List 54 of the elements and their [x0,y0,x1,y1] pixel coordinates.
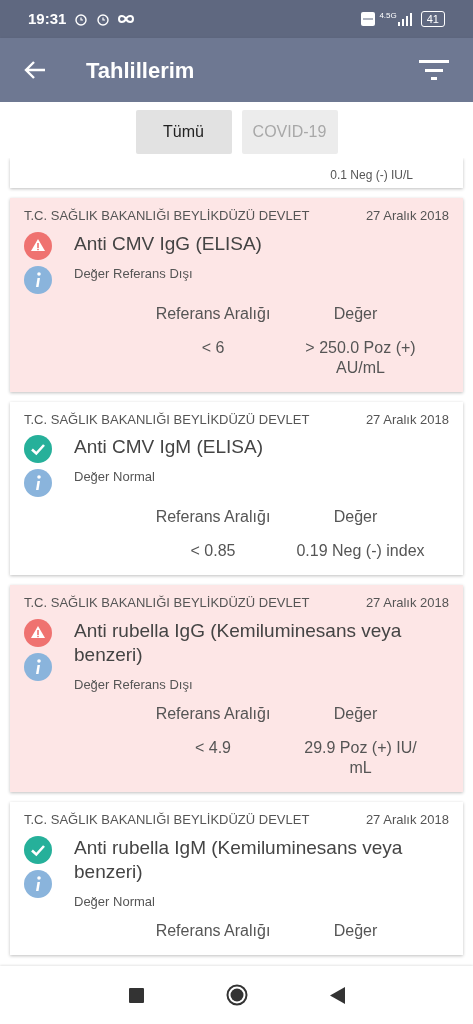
filter-tab[interactable]: Tümü [135,110,232,154]
hospital-name: T.C. SAĞLIK BAKANLIĞI BEYLİKDÜZÜ DEVLET [24,410,310,429]
test-name: Anti rubella IgG (Kemiluminesans veya benzeri) [74,618,403,667]
reference-range: < 4.9 [194,738,232,758]
result-value: 0.19 Neg (-) index [295,541,426,561]
reference-range: < 6 [200,337,226,358]
back-arrow-icon[interactable] [24,60,46,80]
screen-title: Tahlillerim [86,56,195,85]
column-header: Değer [332,921,379,941]
result-status: Değer Referans Dışı [74,264,194,283]
hospital-name: T.C. SAĞLIK BAKANLIĞI BEYLİKDÜZÜ DEVLET [24,207,310,225]
result-value: > 250.0 Poz (+) AU/mL [304,337,417,378]
result-card[interactable]: T.C. SAĞLIK BAKANLIĞI BEYLİKDÜZÜ DEVLET 27 Aralık 2018 Anti CMV IgM (ELISA) Değer Normal Referans Aralığı Değer < 0.85 0.19 Neg (-) index [10,401,463,575]
hospital-name: T.C. SAĞLIK BAKANLIĞI BEYLİKDÜZÜ DEVLET [24,811,310,829]
result-date: 27 Aralık 2018 [365,410,449,429]
recents-icon[interactable] [128,987,144,1003]
column-header: Referans Aralığı [154,507,272,527]
signal-icon [396,12,413,26]
column-header: Değer [332,507,379,527]
warning-icon [24,231,52,260]
battery-level: 41 [420,11,445,27]
column-header: Referans Aralığı [154,704,272,724]
result-status: Değer Normal [74,892,156,911]
result-date: 27 Aralık 2018 [365,207,449,225]
test-name: Anti CMV IgM (ELISA) [74,435,264,459]
filter-icon[interactable] [419,59,449,81]
warning-icon [24,618,52,647]
check-icon [24,435,52,463]
alarm-icon [96,12,111,26]
hospital-name: T.C. SAĞLIK BAKANLIĞI BEYLİKDÜZÜ DEVLET [24,594,310,612]
check-icon [24,835,52,864]
result-card[interactable]: T.C. SAĞLIK BAKANLIĞI BEYLİKDÜZÜ DEVLET 27 Aralık 2018 Anti CMV IgG (ELISA) Değer Referans Dışı Referans Aralığı Değer < 6 > 250.0 Poz (+) AU/mL [10,198,463,392]
result-card[interactable]: T.C. SAĞLIK BAKANLIĞI BEYLİKDÜZÜ DEVLET 27 Aralık 2018 Anti rubella IgM (Kemiluminesans veya benzeri) Değer Normal Referans Aralığı Değer [10,802,463,955]
column-header: Değer [332,704,379,724]
result-card[interactable]: 0.1 Neg (-) IU/L [10,158,463,188]
result-status: Değer Normal [74,468,156,486]
result-card[interactable]: T.C. SAĞLIK BAKANLIĞI BEYLİKDÜZÜ DEVLET 27 Aralık 2018 Anti rubella IgG (Kemiluminesans veya benzeri) Değer Referans Dışı Referans Aralığı Değer < 4.9 29.9 Poz (+) IU/ mL [10,585,463,792]
reference-range: < 0.85 [189,541,237,561]
test-name: Anti rubella IgM (Kemiluminesans veya benzeri) [74,835,404,884]
result-value: 29.9 Poz (+) IU/ mL [303,738,418,778]
status-time: 19:31 [28,8,67,29]
infinity-icon [118,14,135,24]
alarm-icon [74,12,89,26]
back-icon[interactable] [329,986,345,1004]
result-value: 0.1 Neg (-) IU/L [330,168,413,182]
home-icon[interactable] [225,984,248,1006]
column-header: Referans Aralığı [154,921,272,941]
column-header: Değer [332,303,379,324]
column-header: Referans Aralığı [154,303,272,324]
result-status: Değer Referans Dışı [74,675,194,694]
network-type: 4.5G [379,10,397,22]
result-date: 27 Aralık 2018 [365,594,449,612]
result-date: 27 Aralık 2018 [365,811,449,829]
test-name: Anti CMV IgG (ELISA) [74,231,263,256]
